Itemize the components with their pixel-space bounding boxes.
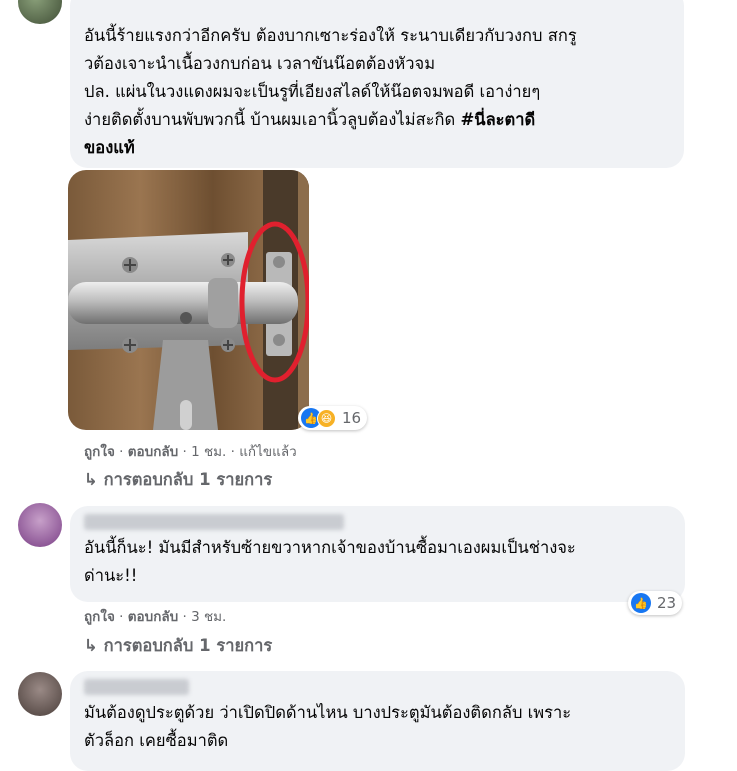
comment-line: วต้องเจาะนำเนื้อวงกบก่อน เวลาขันน๊อตต้อง… <box>84 54 436 73</box>
view-replies-link[interactable]: ↳ การตอบกลับ 1 รายการ <box>84 633 272 659</box>
comment-bubble: มันต้องดูประตูด้วย ว่าเปิดปิดด้านไหน บาง… <box>70 671 685 771</box>
timestamp-link[interactable]: 1 ชม. <box>191 444 226 460</box>
separator: · <box>182 444 187 460</box>
comment-line: ปล. แผ่นในวงแดงผมจะเป็นรูที่เอียงสไลด์ให… <box>84 82 541 101</box>
like-button[interactable]: ถูกใจ <box>84 444 115 460</box>
comment-line: อันนี้ก็นะ! มันมีสำหรับซ้ายขวาหากเจ้าของ… <box>84 538 576 557</box>
comment-bubble: อันนี้ร้ายแรงกว่าอีกครับ ต้องบากเซาะร่อง… <box>70 0 684 168</box>
replies-label: การตอบกลับ 1 รายการ <box>103 470 273 489</box>
comment-line: ง่ายติดตั้งบานพับพวกนี้ บ้านผมเอานิ้วลูบ… <box>84 110 536 129</box>
avatar[interactable] <box>18 0 62 24</box>
comment-text: อันนี้ร้ายแรงกว่าอีกครับ ต้องบากเซาะร่อง… <box>84 22 670 162</box>
like-icon: 👍 <box>631 593 651 613</box>
like-button[interactable]: ถูกใจ <box>84 609 115 625</box>
timestamp-link[interactable]: 3 ชม. <box>191 609 226 625</box>
comment-actions: ถูกใจ · ตอบกลับ · 3 ชม. <box>84 605 226 627</box>
hashtag-link-cont[interactable]: ของแท้ <box>84 134 670 162</box>
haha-icon: 😆 <box>317 408 336 428</box>
comment-line: ด่านะ!! <box>84 566 138 585</box>
hashtag-link[interactable]: #นี่ละตาดี <box>460 110 535 129</box>
avatar[interactable] <box>18 503 62 547</box>
replies-label: การตอบกลับ 1 รายการ <box>103 636 273 655</box>
reply-arrow-icon: ↳ <box>84 470 98 489</box>
separator: · <box>119 444 124 460</box>
door-bolt-photo <box>68 170 309 430</box>
comment-text: อันนี้ก็นะ! มันมีสำหรับซ้ายขวาหากเจ้าของ… <box>84 534 671 590</box>
edited-label: แก้ไขแล้ว <box>239 444 297 460</box>
blurred-author-name[interactable] <box>84 514 344 530</box>
comment-text: มันต้องดูประตูด้วย ว่าเปิดปิดด้านไหน บาง… <box>84 699 671 755</box>
reaction-count: 16 <box>342 409 362 427</box>
separator: · <box>119 609 124 625</box>
comment-bubble: อันนี้ก็นะ! มันมีสำหรับซ้ายขวาหากเจ้าของ… <box>70 506 685 602</box>
comment-line: ตัวล็อก เคยซื้อมาติด <box>84 731 229 750</box>
blurred-author-name[interactable] <box>84 679 189 695</box>
reaction-summary[interactable]: 👍 😆 16 <box>298 406 368 430</box>
separator: · <box>230 444 235 460</box>
avatar[interactable] <box>18 672 62 716</box>
reply-arrow-icon: ↳ <box>84 636 98 655</box>
comment-photo[interactable] <box>68 170 309 430</box>
comment-line: อันนี้ร้ายแรงกว่าอีกครับ ต้องบากเซาะร่อง… <box>84 26 577 45</box>
reply-button[interactable]: ตอบกลับ <box>128 444 178 460</box>
comment-actions: ถูกใจ · ตอบกลับ · 1 ชม. · แก้ไขแล้ว <box>84 440 297 462</box>
view-replies-link[interactable]: ↳ การตอบกลับ 1 รายการ <box>84 467 272 493</box>
reaction-summary[interactable]: 👍 23 <box>628 591 683 615</box>
reaction-count: 23 <box>657 594 677 612</box>
separator: · <box>182 609 187 625</box>
reply-button[interactable]: ตอบกลับ <box>128 609 178 625</box>
comment-line: มันต้องดูประตูด้วย ว่าเปิดปิดด้านไหน บาง… <box>84 703 572 722</box>
